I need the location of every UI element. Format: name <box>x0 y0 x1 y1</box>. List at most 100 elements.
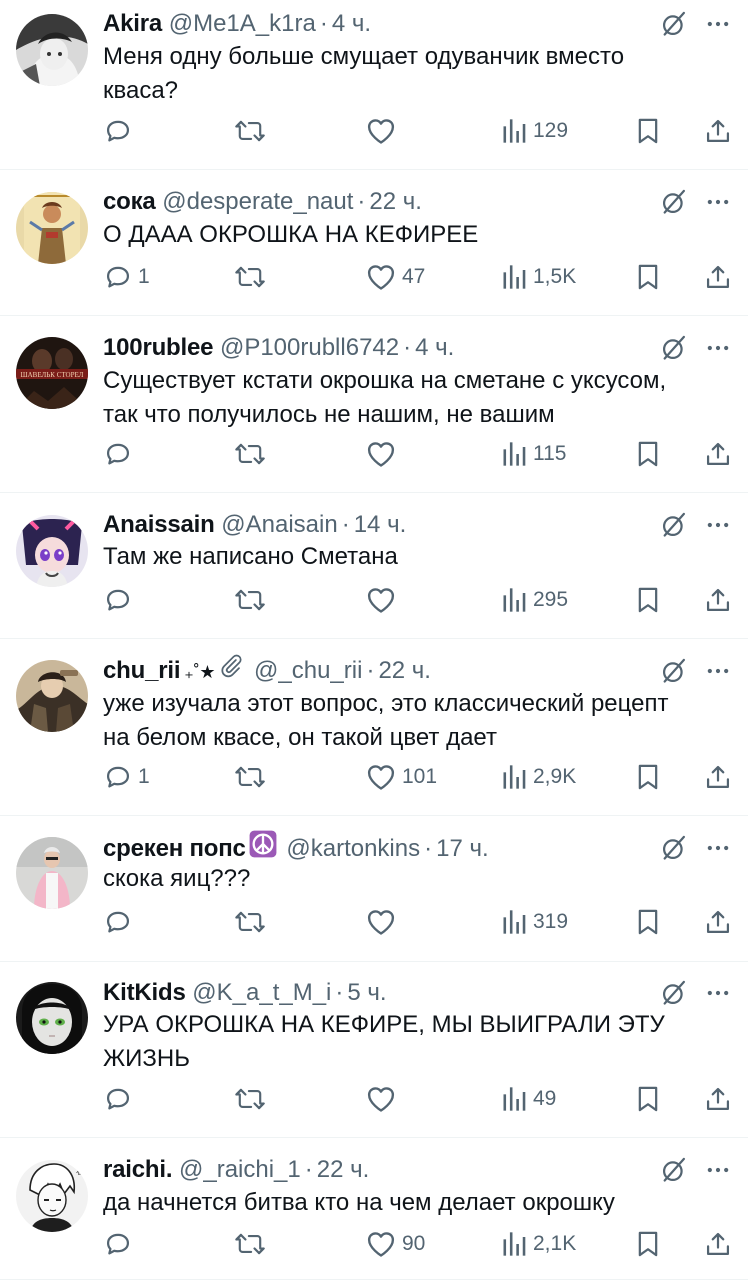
avatar[interactable] <box>16 192 88 264</box>
bookmark-button[interactable] <box>636 436 660 472</box>
more-options-icon[interactable] <box>704 979 732 1007</box>
timestamp[interactable]: 22 ч. <box>369 188 422 215</box>
grok-icon[interactable] <box>660 657 688 685</box>
views-button[interactable]: 2,9K <box>501 759 576 795</box>
repost-button[interactable] <box>233 436 273 472</box>
tweet[interactable]: срекен попс @kartonkins · 17 ч. скока яиц??… <box>0 816 748 962</box>
bookmark-button[interactable] <box>636 1226 660 1262</box>
author-name[interactable]: Anaissain <box>103 511 215 538</box>
share-button[interactable] <box>704 1081 732 1117</box>
author-handle[interactable]: @desperate_naut <box>162 188 353 215</box>
author-handle[interactable]: @_chu_rii <box>254 657 362 684</box>
reply-button[interactable] <box>104 1226 138 1262</box>
author-handle[interactable]: @P100rubll6742 <box>220 334 399 361</box>
views-button[interactable]: 319 <box>501 904 568 940</box>
tweet[interactable]: ШАВЕЛЬК СТОРЕЛ 100rublee @P100rubll6742 · 4… <box>0 316 748 493</box>
author-name[interactable]: 100rublee <box>103 334 213 361</box>
timestamp[interactable]: 22 ч. <box>378 657 431 684</box>
grok-icon[interactable] <box>660 979 688 1007</box>
author-handle[interactable]: @Me1A_k1ra <box>169 10 316 37</box>
avatar[interactable] <box>16 14 88 86</box>
repost-button[interactable] <box>233 1226 273 1262</box>
repost-button[interactable] <box>233 113 273 149</box>
like-button[interactable] <box>366 113 402 149</box>
bookmark-button[interactable] <box>636 259 660 295</box>
repost-button[interactable] <box>233 759 273 795</box>
repost-button[interactable] <box>233 582 273 618</box>
more-options-icon[interactable] <box>704 188 732 216</box>
avatar[interactable] <box>16 837 88 909</box>
grok-icon[interactable] <box>660 834 688 862</box>
author-name[interactable]: Akira <box>103 10 162 37</box>
repost-button[interactable] <box>233 1081 273 1117</box>
author-handle[interactable]: @_raichi_1 <box>179 1156 301 1183</box>
bookmark-button[interactable] <box>636 1081 660 1117</box>
like-button[interactable]: 90 <box>366 1226 425 1262</box>
tweet[interactable]: 右 raichi. @_raichi_1 · 22 ч. да начнется бит… <box>0 1138 748 1280</box>
tweet[interactable]: Akira @Me1A_k1ra · 4 ч. Меня одну больше см… <box>0 0 748 170</box>
reply-button[interactable]: 1 <box>104 759 150 795</box>
repost-button[interactable] <box>233 904 273 940</box>
bookmark-button[interactable] <box>636 759 660 795</box>
timestamp[interactable]: 4 ч. <box>415 334 454 361</box>
like-button[interactable]: 47 <box>366 259 425 295</box>
tweet[interactable]: chu_rii ₊˚★ @_chu_rii · 22 ч. уже изучала эт… <box>0 639 748 816</box>
author-name[interactable]: срекен попс <box>103 835 246 862</box>
avatar[interactable] <box>16 515 88 587</box>
share-button[interactable] <box>704 582 732 618</box>
reply-button[interactable] <box>104 904 138 940</box>
reply-button[interactable] <box>104 1081 138 1117</box>
repost-button[interactable] <box>233 259 273 295</box>
views-button[interactable]: 49 <box>501 1081 556 1117</box>
more-options-icon[interactable] <box>704 334 732 362</box>
avatar[interactable]: 右 <box>16 1160 88 1232</box>
more-options-icon[interactable] <box>704 657 732 685</box>
author-handle[interactable]: @K_a_t_M_i <box>192 979 331 1006</box>
tweet[interactable]: сока @desperate_naut · 22 ч. О ДААА ОКРОШКА… <box>0 170 748 316</box>
like-button[interactable] <box>366 904 402 940</box>
reply-button[interactable] <box>104 582 138 618</box>
like-button[interactable] <box>366 582 402 618</box>
more-options-icon[interactable] <box>704 511 732 539</box>
bookmark-button[interactable] <box>636 113 660 149</box>
share-button[interactable] <box>704 113 732 149</box>
share-button[interactable] <box>704 759 732 795</box>
timestamp[interactable]: 5 ч. <box>347 979 386 1006</box>
avatar[interactable]: ШАВЕЛЬК СТОРЕЛ <box>16 337 88 409</box>
more-options-icon[interactable] <box>704 1156 732 1184</box>
grok-icon[interactable] <box>660 511 688 539</box>
author-name[interactable]: raichi. <box>103 1156 173 1183</box>
views-button[interactable]: 295 <box>501 582 568 618</box>
author-name[interactable]: chu_rii <box>103 657 180 684</box>
author-name[interactable]: сока <box>103 188 156 215</box>
more-options-icon[interactable] <box>704 834 732 862</box>
views-button[interactable]: 1,5K <box>501 259 576 295</box>
timestamp[interactable]: 4 ч. <box>332 10 371 37</box>
grok-icon[interactable] <box>660 1156 688 1184</box>
reply-button[interactable] <box>104 436 138 472</box>
more-options-icon[interactable] <box>704 10 732 38</box>
author-handle[interactable]: @kartonkins <box>286 835 420 862</box>
like-button[interactable] <box>366 436 402 472</box>
avatar[interactable] <box>16 982 88 1054</box>
timestamp[interactable]: 17 ч. <box>436 835 489 862</box>
avatar[interactable] <box>16 660 88 732</box>
views-button[interactable]: 129 <box>501 113 568 149</box>
author-handle[interactable]: @Anaisain <box>221 511 337 538</box>
bookmark-button[interactable] <box>636 582 660 618</box>
bookmark-button[interactable] <box>636 904 660 940</box>
tweet[interactable]: Anaissain @Anaisain · 14 ч. Там же написано… <box>0 493 748 639</box>
share-button[interactable] <box>704 904 732 940</box>
reply-button[interactable] <box>104 113 138 149</box>
reply-button[interactable]: 1 <box>104 259 150 295</box>
timestamp[interactable]: 22 ч. <box>317 1156 370 1183</box>
like-button[interactable]: 101 <box>366 759 437 795</box>
tweet[interactable]: KitKids @K_a_t_M_i · 5 ч. УРА ОКРОШКА НА КЕ… <box>0 962 748 1138</box>
grok-icon[interactable] <box>660 188 688 216</box>
like-button[interactable] <box>366 1081 402 1117</box>
views-button[interactable]: 2,1K <box>501 1226 576 1262</box>
share-button[interactable] <box>704 259 732 295</box>
views-button[interactable]: 115 <box>501 436 566 472</box>
timestamp[interactable]: 14 ч. <box>354 511 407 538</box>
author-name[interactable]: KitKids <box>103 979 186 1006</box>
